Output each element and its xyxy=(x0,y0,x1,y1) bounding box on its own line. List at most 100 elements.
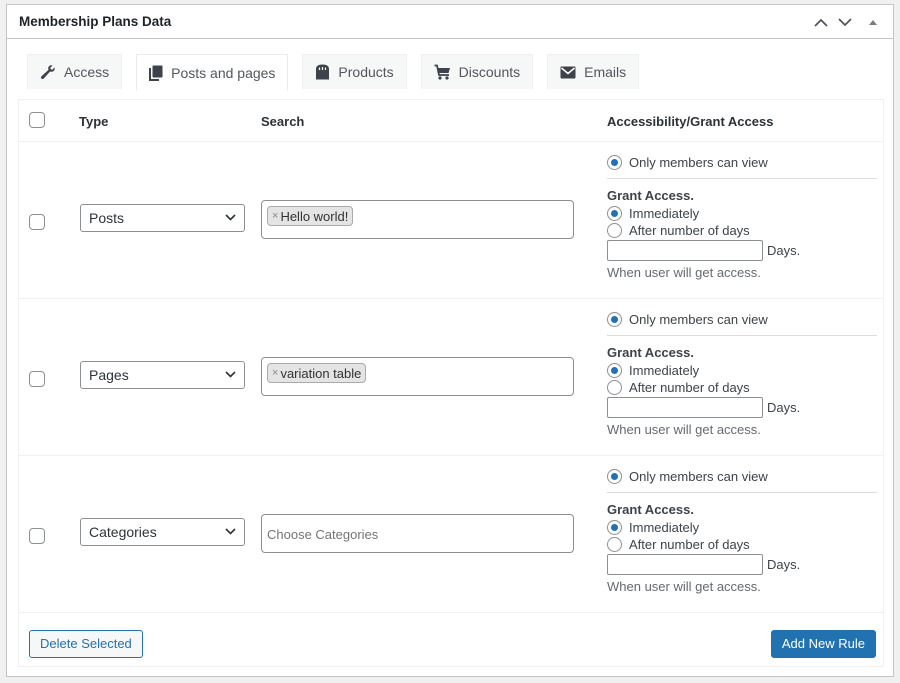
days-field-group: Days. xyxy=(607,240,877,261)
move-up-button[interactable] xyxy=(809,11,833,33)
remove-tag-icon[interactable]: × xyxy=(272,210,278,222)
grant-after-days-option[interactable]: After number of days xyxy=(607,222,877,239)
membership-plans-metabox: Membership Plans Data Access Posts and p… xyxy=(6,4,894,677)
chevron-down-icon xyxy=(225,528,236,535)
row-checkbox[interactable] xyxy=(29,528,45,544)
days-field-group: Days. xyxy=(607,397,877,418)
tab-label: Emails xyxy=(584,64,627,80)
selected-item-tag: × Hello world! xyxy=(267,206,354,226)
type-select[interactable]: Categories xyxy=(80,518,245,546)
envelope-icon xyxy=(560,66,576,79)
metabox-handle-actions xyxy=(809,11,885,33)
wrench-icon xyxy=(40,64,56,80)
access-options: Only members can view Grant Access. Imme… xyxy=(607,154,877,280)
header-search: Search xyxy=(261,114,305,129)
view-option-label: Only members can view xyxy=(629,312,768,327)
toggle-panel-button[interactable] xyxy=(861,11,885,33)
grant-after-days-label: After number of days xyxy=(629,537,750,552)
shopping-bag-icon xyxy=(315,64,330,80)
view-radio[interactable] xyxy=(607,312,622,327)
type-select[interactable]: Posts xyxy=(80,204,245,232)
divider xyxy=(607,492,877,493)
row-checkbox[interactable] xyxy=(29,214,45,230)
view-option-label: Only members can view xyxy=(629,469,768,484)
view-radio[interactable] xyxy=(607,155,622,170)
grant-after-days-option[interactable]: After number of days xyxy=(607,379,877,396)
type-select[interactable]: Pages xyxy=(80,361,245,389)
tag-label: variation table xyxy=(280,365,362,381)
search-placeholder: Choose Categories xyxy=(267,527,379,542)
categories-search-input[interactable]: Choose Categories xyxy=(261,514,574,553)
cart-icon xyxy=(434,64,451,80)
view-radio[interactable] xyxy=(607,469,622,484)
search-input[interactable]: × Hello world! xyxy=(261,200,574,239)
row-checkbox[interactable] xyxy=(29,371,45,387)
grant-immediately-radio[interactable] xyxy=(607,363,622,378)
remove-tag-icon[interactable]: × xyxy=(272,367,278,379)
tab-discounts[interactable]: Discounts xyxy=(420,54,534,89)
rules-footer: Delete Selected Add New Rule xyxy=(19,614,883,666)
search-input[interactable]: × variation table xyxy=(261,357,574,396)
grant-immediately-label: Immediately xyxy=(629,363,700,378)
select-all-checkbox[interactable] xyxy=(29,112,45,128)
triangle-up-icon xyxy=(869,19,877,25)
tab-label: Posts and pages xyxy=(171,64,276,81)
grant-after-days-radio[interactable] xyxy=(607,380,622,395)
metabox-title: Membership Plans Data xyxy=(19,14,172,29)
view-option[interactable]: Only members can view xyxy=(607,468,877,485)
tab-posts-and-pages[interactable]: Posts and pages xyxy=(136,54,289,90)
rule-row: Posts × Hello world! Only members can vi… xyxy=(19,142,883,299)
chevron-up-icon xyxy=(814,18,828,27)
rule-row: Pages × variation table Only members can… xyxy=(19,299,883,456)
grant-immediately-option[interactable]: Immediately xyxy=(607,519,877,536)
metabox-header: Membership Plans Data xyxy=(7,5,893,39)
rules-panel: Type Search Accessibility/Grant Access P… xyxy=(18,99,884,667)
grant-immediately-option[interactable]: Immediately xyxy=(607,205,877,222)
tab-label: Access xyxy=(64,64,110,80)
divider xyxy=(607,335,877,336)
days-input[interactable] xyxy=(607,397,763,418)
grant-immediately-label: Immediately xyxy=(629,520,700,535)
add-new-rule-button[interactable]: Add New Rule xyxy=(770,630,876,658)
access-options: Only members can view Grant Access. Imme… xyxy=(607,468,877,594)
view-option[interactable]: Only members can view xyxy=(607,154,877,171)
chevron-down-icon xyxy=(225,371,236,378)
header-type: Type xyxy=(79,114,109,129)
grant-immediately-radio[interactable] xyxy=(607,206,622,221)
view-option-label: Only members can view xyxy=(629,155,768,170)
days-description: When user will get access. xyxy=(607,422,761,437)
grant-immediately-option[interactable]: Immediately xyxy=(607,362,877,379)
type-select-value: Posts xyxy=(89,210,125,226)
move-down-button[interactable] xyxy=(833,11,857,33)
selected-item-tag: × variation table xyxy=(267,363,367,383)
grant-after-days-option[interactable]: After number of days xyxy=(607,536,877,553)
days-input[interactable] xyxy=(607,240,763,261)
view-option[interactable]: Only members can view xyxy=(607,311,877,328)
chevron-down-icon xyxy=(838,17,852,26)
days-label: Days. xyxy=(767,243,801,258)
grant-after-days-radio[interactable] xyxy=(607,537,622,552)
type-select-value: Categories xyxy=(89,524,157,540)
tab-access[interactable]: Access xyxy=(27,54,123,89)
tabs-bar: Access Posts and pages Products Discount… xyxy=(27,54,653,90)
tab-label: Discounts xyxy=(458,64,521,80)
divider xyxy=(607,178,877,179)
delete-selected-button[interactable]: Delete Selected xyxy=(29,630,143,658)
tab-emails[interactable]: Emails xyxy=(547,54,640,89)
grant-after-days-label: After number of days xyxy=(629,223,750,238)
grant-immediately-label: Immediately xyxy=(629,206,700,221)
tab-products[interactable]: Products xyxy=(302,54,407,89)
access-options: Only members can view Grant Access. Imme… xyxy=(607,311,877,437)
grant-immediately-radio[interactable] xyxy=(607,520,622,535)
grant-access-title: Grant Access. xyxy=(607,345,694,360)
days-label: Days. xyxy=(767,400,801,415)
days-description: When user will get access. xyxy=(607,265,761,280)
tab-label: Products xyxy=(338,64,394,80)
grant-after-days-radio[interactable] xyxy=(607,223,622,238)
days-label: Days. xyxy=(767,557,801,572)
tag-label: Hello world! xyxy=(280,208,349,224)
days-field-group: Days. xyxy=(607,554,877,575)
rules-table-header: Type Search Accessibility/Grant Access xyxy=(19,100,883,142)
days-input[interactable] xyxy=(607,554,763,575)
rule-row: Categories Choose Categories Only member… xyxy=(19,456,883,613)
